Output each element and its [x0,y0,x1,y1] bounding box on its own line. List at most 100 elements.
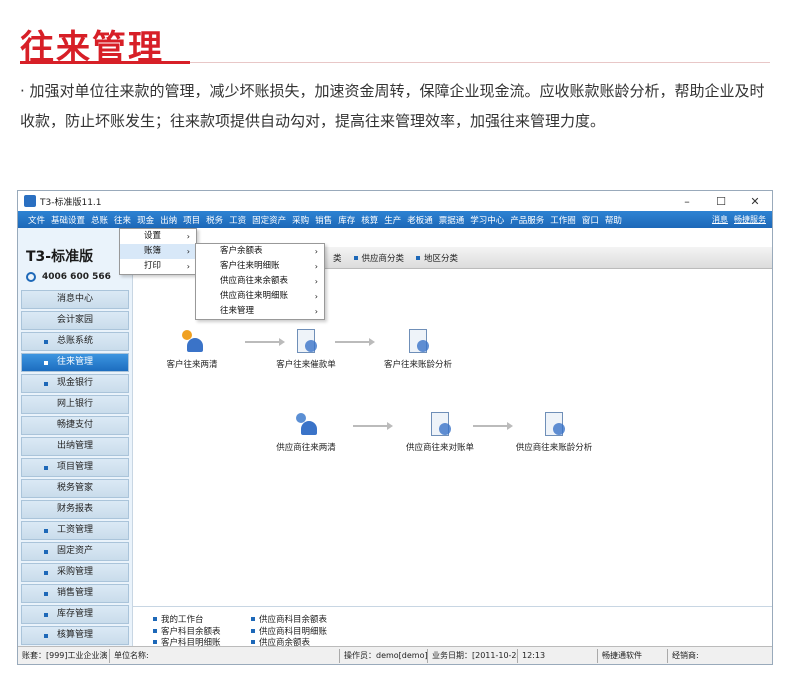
sidebar-item-1[interactable]: 会计家园 [21,311,129,330]
maximize-button[interactable]: ☐ [704,195,738,208]
minimize-button[interactable]: – [670,195,704,208]
menu-6[interactable]: 项目 [183,214,200,226]
brand-block: T3-标准版 4006 600 566 [18,228,132,288]
tab-bullet-icon [353,255,358,260]
menu-14[interactable]: 生产 [384,214,401,226]
status-date: 业务日期：[2011-10-24 [428,648,518,663]
quick-link-supplier-detail[interactable]: 供应商科目明细账 [251,625,327,637]
title-bar: T3-标准版11.1 – ☐ ✕ [18,191,772,211]
tab-region-category[interactable]: 地区分类 [416,252,458,264]
sidebar-item-label: 库存管理 [56,609,93,619]
tab-label: 地区分类 [424,253,459,264]
menu-17[interactable]: 学习中心 [470,214,504,226]
menu-5[interactable]: 出纳 [160,214,177,226]
sidebar-item-6[interactable]: 畅捷支付 [21,416,129,435]
tab-label: 供应商分类 [361,253,405,264]
menu-2[interactable]: 总账 [91,214,108,226]
flow-customer-settle[interactable]: 客户往来两清 [147,328,237,370]
flow-supplier-settle[interactable]: 供应商往来两清 [261,411,351,453]
sidebar-item-3[interactable]: 往来管理 [21,353,129,372]
menu-item-wanglai[interactable]: 往来管理 › [196,304,324,319]
bullet-icon [44,634,48,638]
sidebar-item-16[interactable]: 核算管理 [21,626,129,645]
menu-7[interactable]: 税务 [206,214,223,226]
flow-supplier-aging[interactable]: 供应商往来账龄分析 [509,411,599,453]
menu-item-ledgers[interactable]: 账簿 › [120,244,196,259]
sidebar-item-11[interactable]: 工资管理 [21,521,129,540]
document-icon [293,328,319,354]
menu-3[interactable]: 往来 [114,214,131,226]
menu-item-supplier-balance[interactable]: 供应商往来余额表 › [196,274,324,289]
quick-link-customer-balance[interactable]: 客户科目余额表 [153,625,221,637]
menu-item-customer-detail[interactable]: 客户往来明细账 › [196,259,324,274]
menu-19[interactable]: 工作圈 [550,214,576,226]
sidebar-item-label: 总账系统 [56,336,93,346]
menu-18[interactable]: 产品服务 [510,214,544,226]
sidebar-item-0[interactable]: 消息中心 [21,290,129,309]
sidebar-item-7[interactable]: 出纳管理 [21,437,129,456]
menu-item-supplier-detail[interactable]: 供应商往来明细账 › [196,289,324,304]
menu-11[interactable]: 销售 [315,214,332,226]
quick-link-workbench[interactable]: 我的工作台 [153,613,204,625]
menubar-link-0[interactable]: 消息 [712,214,728,225]
bullet-icon [44,613,48,617]
sidebar-item-9[interactable]: 税务管家 [21,479,129,498]
sidebar-item-15[interactable]: 库存管理 [21,605,129,624]
menu-1[interactable]: 基础设置 [51,214,85,226]
left-navigation: T3-标准版 4006 600 566 消息中心会计家园总账系统往来管理现金银行… [18,228,132,646]
tab-category[interactable]: 类 [333,252,342,264]
menu-8[interactable]: 工资 [229,214,246,226]
sidebar-item-label: 工资管理 [56,525,93,535]
sidebar-item-13[interactable]: 采购管理 [21,563,129,582]
sidebar-item-label: 采购管理 [56,567,93,577]
sidebar-item-10[interactable]: 财务报表 [21,500,129,519]
menu-10[interactable]: 采购 [292,214,309,226]
flow-label: 客户往来催款单 [276,360,336,370]
bullet-icon [251,617,255,621]
chevron-right-icon: › [186,247,190,256]
quick-link-label: 客户科目余额表 [161,627,221,637]
menu-item-customer-balance[interactable]: 客户余额表 › [196,244,324,259]
menu-4[interactable]: 现金 [137,214,154,226]
menu-9[interactable]: 固定资产 [252,214,286,226]
menubar-link-1[interactable]: 畅捷服务 [734,214,766,225]
menu-item-label: 客户往来明细账 [220,261,280,271]
menu-20[interactable]: 窗口 [582,214,599,226]
flow-supplier-statement[interactable]: 供应商往来对账单 [395,411,485,453]
tab-supplier-category[interactable]: 供应商分类 [353,252,405,264]
quick-link-supplier-balance[interactable]: 供应商科目余额表 [251,613,327,625]
menu-16[interactable]: 票据通 [439,214,465,226]
app-window: T3-标准版11.1 – ☐ ✕ 文件 基础设置 总账 往来 现金 出纳 项目 税务 工资 固定资… [17,190,773,665]
bullet-icon [153,617,157,621]
sidebar-item-8[interactable]: 项目管理 [21,458,129,477]
bullet-icon [44,571,48,575]
flow-customer-dunning[interactable]: 客户往来催款单 [261,328,351,370]
menu-12[interactable]: 库存 [338,214,355,226]
chevron-right-icon: › [314,292,318,301]
hero-accent-bar [20,61,190,64]
brand-logo: T3-标准版 [26,249,94,265]
menu-item-print[interactable]: 打印 › [120,259,196,274]
sidebar-item-label: 销售管理 [56,588,93,598]
sidebar-item-14[interactable]: 销售管理 [21,584,129,603]
bullet-icon [153,629,157,633]
sidebar-item-2[interactable]: 总账系统 [21,332,129,351]
menu-15[interactable]: 老板通 [407,214,433,226]
sidebar-item-label: 畅捷支付 [56,420,93,430]
quick-link-label: 供应商科目余额表 [259,615,328,625]
menu-0[interactable]: 文件 [28,214,45,226]
menu-13[interactable]: 核算 [361,214,378,226]
quick-link-label: 我的工作台 [161,615,204,625]
status-unit: 单位名称: [110,648,340,663]
sidebar-item-5[interactable]: 网上银行 [21,395,129,414]
flow-label: 供应商往来对账单 [405,443,474,453]
sidebar-item-label: 固定资产 [56,546,93,556]
sidebar-item-12[interactable]: 固定资产 [21,542,129,561]
menu-21[interactable]: 帮助 [605,214,622,226]
flow-customer-aging[interactable]: 客户往来账龄分析 [373,328,463,370]
menu-item-settings[interactable]: 设置 › [120,229,196,244]
close-button[interactable]: ✕ [738,195,772,208]
sidebar-item-4[interactable]: 现金银行 [21,374,129,393]
bullet-icon [44,361,48,365]
flow-label: 供应商往来两清 [276,443,336,453]
